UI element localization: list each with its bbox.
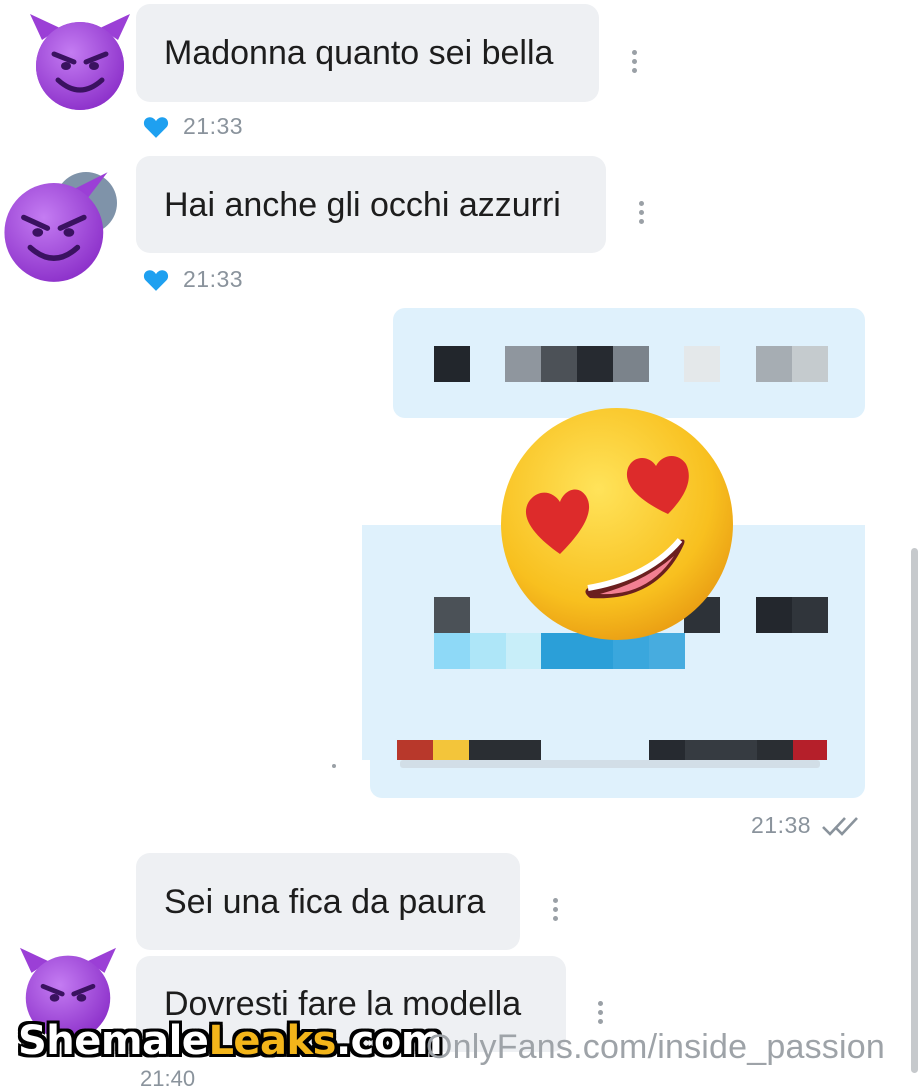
censor-dot <box>332 764 336 768</box>
censor-pixel <box>757 740 793 760</box>
censor-pixel <box>756 346 792 382</box>
censor-pixel <box>434 346 470 382</box>
censor-pixel <box>434 633 470 669</box>
more-options-icon[interactable] <box>553 898 559 925</box>
watermark-brand-part1: Shemale <box>18 1018 209 1064</box>
censor-pixel <box>397 740 433 760</box>
devil-emoji-avatar[interactable] <box>28 12 132 112</box>
message-time: 21:33 <box>183 113 244 139</box>
censor-pixel <box>505 346 541 382</box>
censor-pixel <box>613 346 649 382</box>
message-text: Hai anche gli occhi azzurri <box>164 185 561 224</box>
watermark-brand-part2: Leaks <box>208 1018 336 1064</box>
message-time: 21:33 <box>183 266 244 292</box>
censor-pixel <box>756 597 792 633</box>
censor-pixel <box>685 740 757 760</box>
message-text: Madonna quanto sei bella <box>164 34 554 72</box>
more-options-icon[interactable] <box>598 1001 604 1028</box>
censor-pixel <box>541 346 577 382</box>
more-options-icon[interactable] <box>632 50 638 77</box>
message-time: 21:40 <box>140 1066 196 1091</box>
incoming-message-bubble[interactable]: Hai anche gli occhi azzurri <box>136 156 606 253</box>
heart-eyes-emoji <box>501 408 733 640</box>
watermark-credit: OnlyFans.com/inside_passion <box>426 1028 885 1066</box>
incoming-message-bubble[interactable]: Sei una fica da paura <box>136 853 520 950</box>
incoming-message-bubble[interactable]: Madonna quanto sei bella <box>136 4 599 102</box>
censor-blur-text <box>400 760 820 768</box>
heart-icon[interactable] <box>143 268 169 292</box>
watermark-logo: Shemale Leaks .com <box>18 1013 443 1069</box>
censor-pixel <box>577 346 613 382</box>
message-time: 21:38 <box>751 812 812 838</box>
censor-pixel <box>793 740 827 760</box>
censor-pixel <box>792 597 828 633</box>
message-meta: 21:33 <box>143 266 243 293</box>
more-options-icon[interactable] <box>639 201 645 228</box>
devil-emoji-avatar <box>4 172 108 282</box>
heart-icon[interactable] <box>143 115 169 139</box>
censor-pixel <box>792 346 828 382</box>
message-meta: 21:33 <box>143 113 243 140</box>
censor-pixel <box>433 740 469 760</box>
double-check-icon <box>822 816 859 836</box>
censor-pixel <box>649 740 685 760</box>
message-text: Sei una fica da paura <box>164 882 486 921</box>
outgoing-message-meta: 21:38 <box>751 812 861 839</box>
censor-pixel <box>684 346 720 382</box>
censor-pixel <box>469 740 541 760</box>
censor-pixel <box>434 597 470 633</box>
scrollbar[interactable] <box>911 548 918 1073</box>
